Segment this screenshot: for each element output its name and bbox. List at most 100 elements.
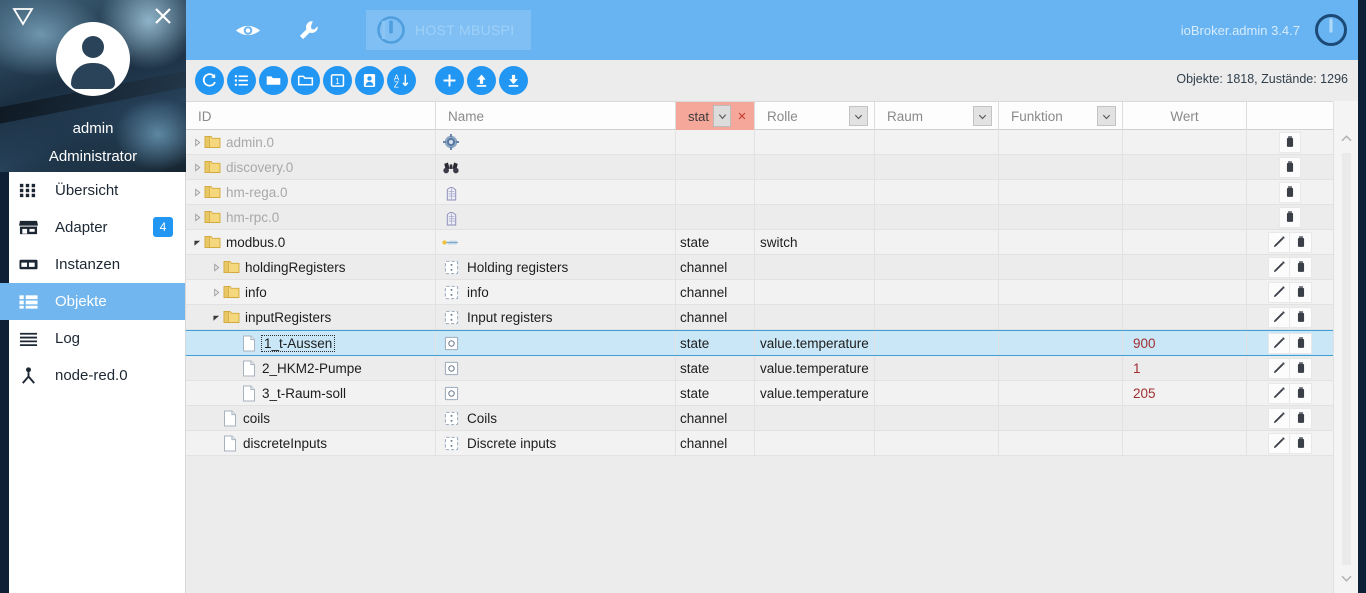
chevron-down-icon[interactable]: [713, 105, 731, 127]
edit-button[interactable]: [1268, 407, 1290, 429]
svg-text:Z: Z: [394, 81, 399, 89]
cell-function: [999, 356, 1123, 380]
chevron-down-icon[interactable]: [1097, 106, 1116, 126]
delete-button[interactable]: [1279, 131, 1301, 153]
tree-twisty-collapsed-icon[interactable]: [190, 205, 204, 229]
chevron-up-icon[interactable]: [1334, 127, 1359, 149]
column-header-room[interactable]: Raum: [875, 102, 999, 130]
cell-role: value.temperature: [755, 381, 875, 405]
edit-button[interactable]: [1268, 432, 1290, 454]
chevron-down-icon[interactable]: [973, 106, 992, 126]
column-header-id[interactable]: ID: [186, 102, 436, 130]
cell-role: [755, 180, 875, 204]
edit-button[interactable]: [1268, 306, 1290, 328]
table-row[interactable]: 1_t-Aussen state value.temperature 900: [186, 330, 1333, 356]
sort-az-button[interactable]: A Z: [387, 66, 416, 95]
table-row[interactable]: inputRegisters Input registers channel: [186, 305, 1333, 330]
chevron-down-icon[interactable]: [1334, 567, 1359, 589]
table-row[interactable]: hm-rega.0: [186, 180, 1333, 205]
delete-button[interactable]: [1290, 357, 1312, 379]
custom-button[interactable]: [355, 66, 384, 95]
tree-twisty-expanded-icon[interactable]: [209, 305, 223, 329]
tree-twisty-collapsed-icon[interactable]: [190, 155, 204, 179]
table-row[interactable]: modbus.0 state switch: [186, 230, 1333, 255]
table-row[interactable]: discreteInputs Discrete inputs channel: [186, 431, 1333, 456]
upload-button[interactable]: [467, 66, 496, 95]
table-row[interactable]: 2_HKM2-Pumpe state value.temperature 1: [186, 356, 1333, 381]
delete-button[interactable]: [1290, 332, 1312, 354]
cell-value: [1123, 205, 1247, 229]
avatar-head: [82, 36, 104, 58]
tree-twisty-expanded-icon[interactable]: [190, 230, 204, 254]
scrollbar-track[interactable]: [1342, 153, 1351, 565]
clear-filter-button[interactable]: ×: [734, 108, 754, 125]
column-header-value[interactable]: Wert: [1123, 102, 1247, 130]
close-icon[interactable]: [152, 5, 174, 27]
column-header-type-filter[interactable]: stat ×: [676, 102, 755, 130]
store-icon: [18, 218, 44, 238]
refresh-button[interactable]: [195, 66, 224, 95]
cell-room: [875, 205, 999, 229]
table-row[interactable]: coils Coils channel: [186, 406, 1333, 431]
edit-button[interactable]: [1268, 382, 1290, 404]
eye-icon[interactable]: [226, 8, 270, 52]
delete-button[interactable]: [1279, 181, 1301, 203]
column-header-actions: [1247, 102, 1333, 130]
table-row[interactable]: admin.0: [186, 130, 1333, 155]
expand-all-button[interactable]: [227, 66, 256, 95]
cell-name: Discrete inputs: [436, 431, 676, 455]
column-header-role[interactable]: Rolle: [755, 102, 875, 130]
sidebar-item-log[interactable]: Log: [0, 320, 185, 357]
delete-button[interactable]: [1290, 407, 1312, 429]
cell-role: [755, 431, 875, 455]
iobroker-admin-window: admin Administrator Übersicht Adapter 4 …: [0, 0, 1366, 593]
column-label-room: Raum: [887, 108, 924, 124]
download-button[interactable]: [499, 66, 528, 95]
delete-button[interactable]: [1279, 206, 1301, 228]
expand-folders-button[interactable]: [291, 66, 320, 95]
power-icon[interactable]: [1314, 13, 1348, 47]
column-header-function[interactable]: Funktion: [999, 102, 1123, 130]
sidebar-item-adapter[interactable]: Adapter 4: [0, 209, 185, 246]
table-row[interactable]: hm-rpc.0: [186, 205, 1333, 230]
cell-type: [676, 155, 755, 179]
edit-button[interactable]: [1268, 231, 1290, 253]
edit-button[interactable]: [1268, 256, 1290, 278]
tree-twisty-collapsed-icon[interactable]: [190, 130, 204, 154]
table-row[interactable]: holdingRegisters Holding registers channel: [186, 255, 1333, 280]
host-selector-button[interactable]: HOST MBUSPI: [366, 10, 531, 50]
sidebar-item-objekte[interactable]: Objekte: [0, 283, 185, 320]
cell-function: [999, 230, 1123, 254]
delete-button[interactable]: [1290, 281, 1312, 303]
wrench-icon[interactable]: [286, 8, 330, 52]
delete-button[interactable]: [1290, 231, 1312, 253]
delete-button[interactable]: [1290, 382, 1312, 404]
object-name-label: Input registers: [467, 309, 553, 325]
folder-icon: [204, 159, 221, 175]
sidebar-item-uebersicht[interactable]: Übersicht: [0, 172, 185, 209]
table-row[interactable]: 3_t-Raum-soll state value.temperature 205: [186, 381, 1333, 406]
delete-button[interactable]: [1279, 156, 1301, 178]
delete-button[interactable]: [1290, 306, 1312, 328]
delete-button[interactable]: [1290, 256, 1312, 278]
cell-value: [1123, 305, 1247, 329]
vertical-scrollbar[interactable]: [1333, 101, 1358, 593]
avatar: [56, 22, 130, 96]
tree-twisty-collapsed-icon[interactable]: [190, 180, 204, 204]
edit-button[interactable]: [1268, 357, 1290, 379]
sidebar-item-instanzen[interactable]: Instanzen: [0, 246, 185, 283]
table-row[interactable]: info info channel: [186, 280, 1333, 305]
edit-button[interactable]: [1268, 332, 1290, 354]
collapse-all-button[interactable]: [259, 66, 288, 95]
column-header-name[interactable]: Name: [436, 102, 676, 130]
tree-twisty-collapsed-icon[interactable]: [209, 255, 223, 279]
edit-button[interactable]: [1268, 281, 1290, 303]
add-object-button[interactable]: [435, 66, 464, 95]
tree-twisty-collapsed-icon[interactable]: [209, 280, 223, 304]
table-row[interactable]: discovery.0: [186, 155, 1333, 180]
column-label-value: Wert: [1170, 108, 1199, 124]
one-level-button[interactable]: 1: [323, 66, 352, 95]
chevron-down-icon[interactable]: [849, 106, 868, 126]
sidebar-item-node-red[interactable]: node-red.0: [0, 357, 185, 394]
delete-button[interactable]: [1290, 432, 1312, 454]
